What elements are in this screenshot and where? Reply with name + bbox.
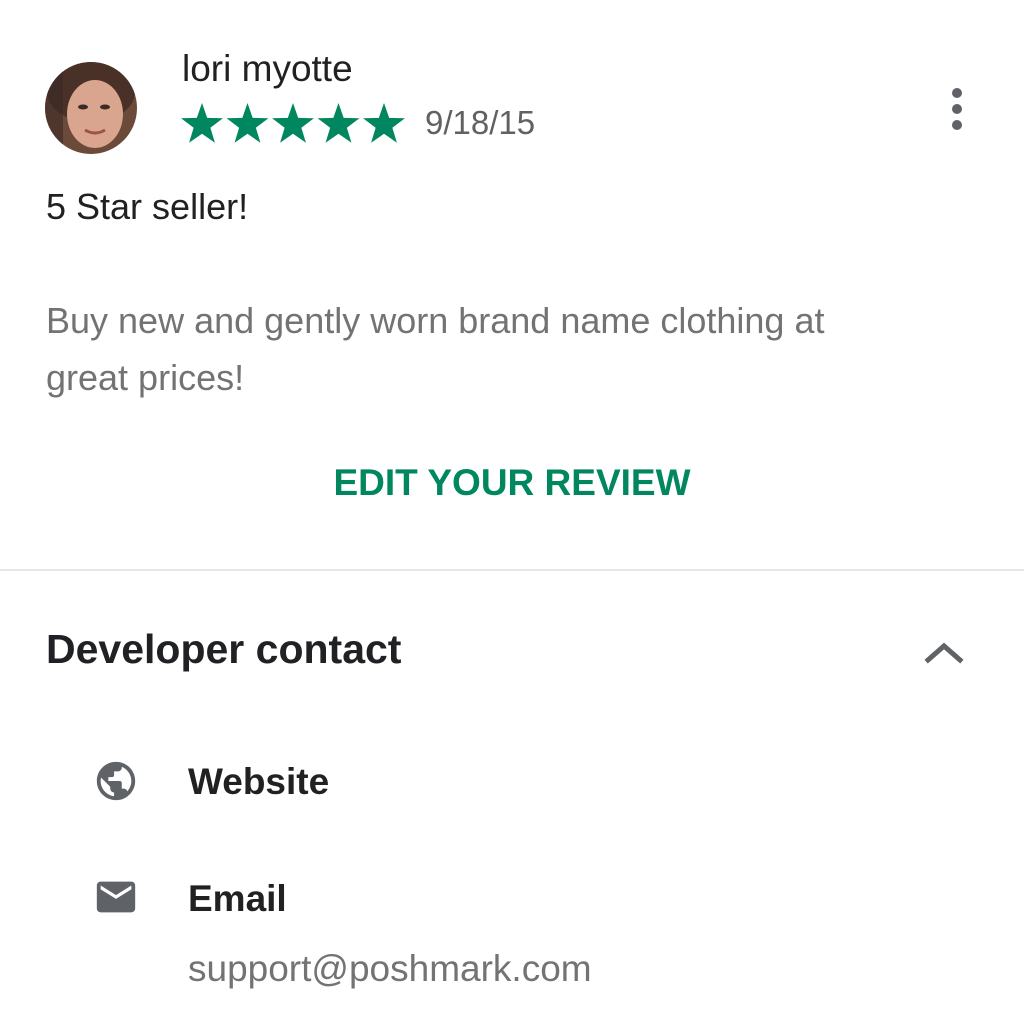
more-vert-icon (952, 88, 962, 130)
star-icon (226, 103, 269, 143)
app-details-page: lori myotte 9/18/15 5 Star seller! Buy n… (0, 0, 1024, 1024)
star-icon (363, 103, 405, 143)
star-rating (181, 103, 405, 143)
email-address[interactable]: support@poshmark.com (188, 948, 592, 990)
website-label: Website (188, 761, 330, 802)
review-title: 5 Star seller! (46, 186, 249, 227)
chevron-up-icon[interactable] (922, 634, 966, 670)
review-body: Buy new and gently worn brand name cloth… (46, 300, 825, 398)
star-icon (181, 103, 223, 143)
star-icon (317, 103, 360, 143)
more-options-button[interactable] (935, 82, 979, 138)
star-icon (272, 103, 314, 143)
email-icon (93, 874, 139, 920)
edit-review-button[interactable]: EDIT YOUR REVIEW (0, 462, 1024, 504)
reviewer-name: lori myotte (182, 48, 353, 89)
reviewer-avatar (45, 62, 137, 154)
review-date: 9/18/15 (425, 104, 536, 141)
email-label: Email (188, 878, 287, 919)
globe-icon (93, 758, 139, 804)
section-divider (0, 569, 1024, 571)
developer-contact-title[interactable]: Developer contact (46, 626, 401, 673)
